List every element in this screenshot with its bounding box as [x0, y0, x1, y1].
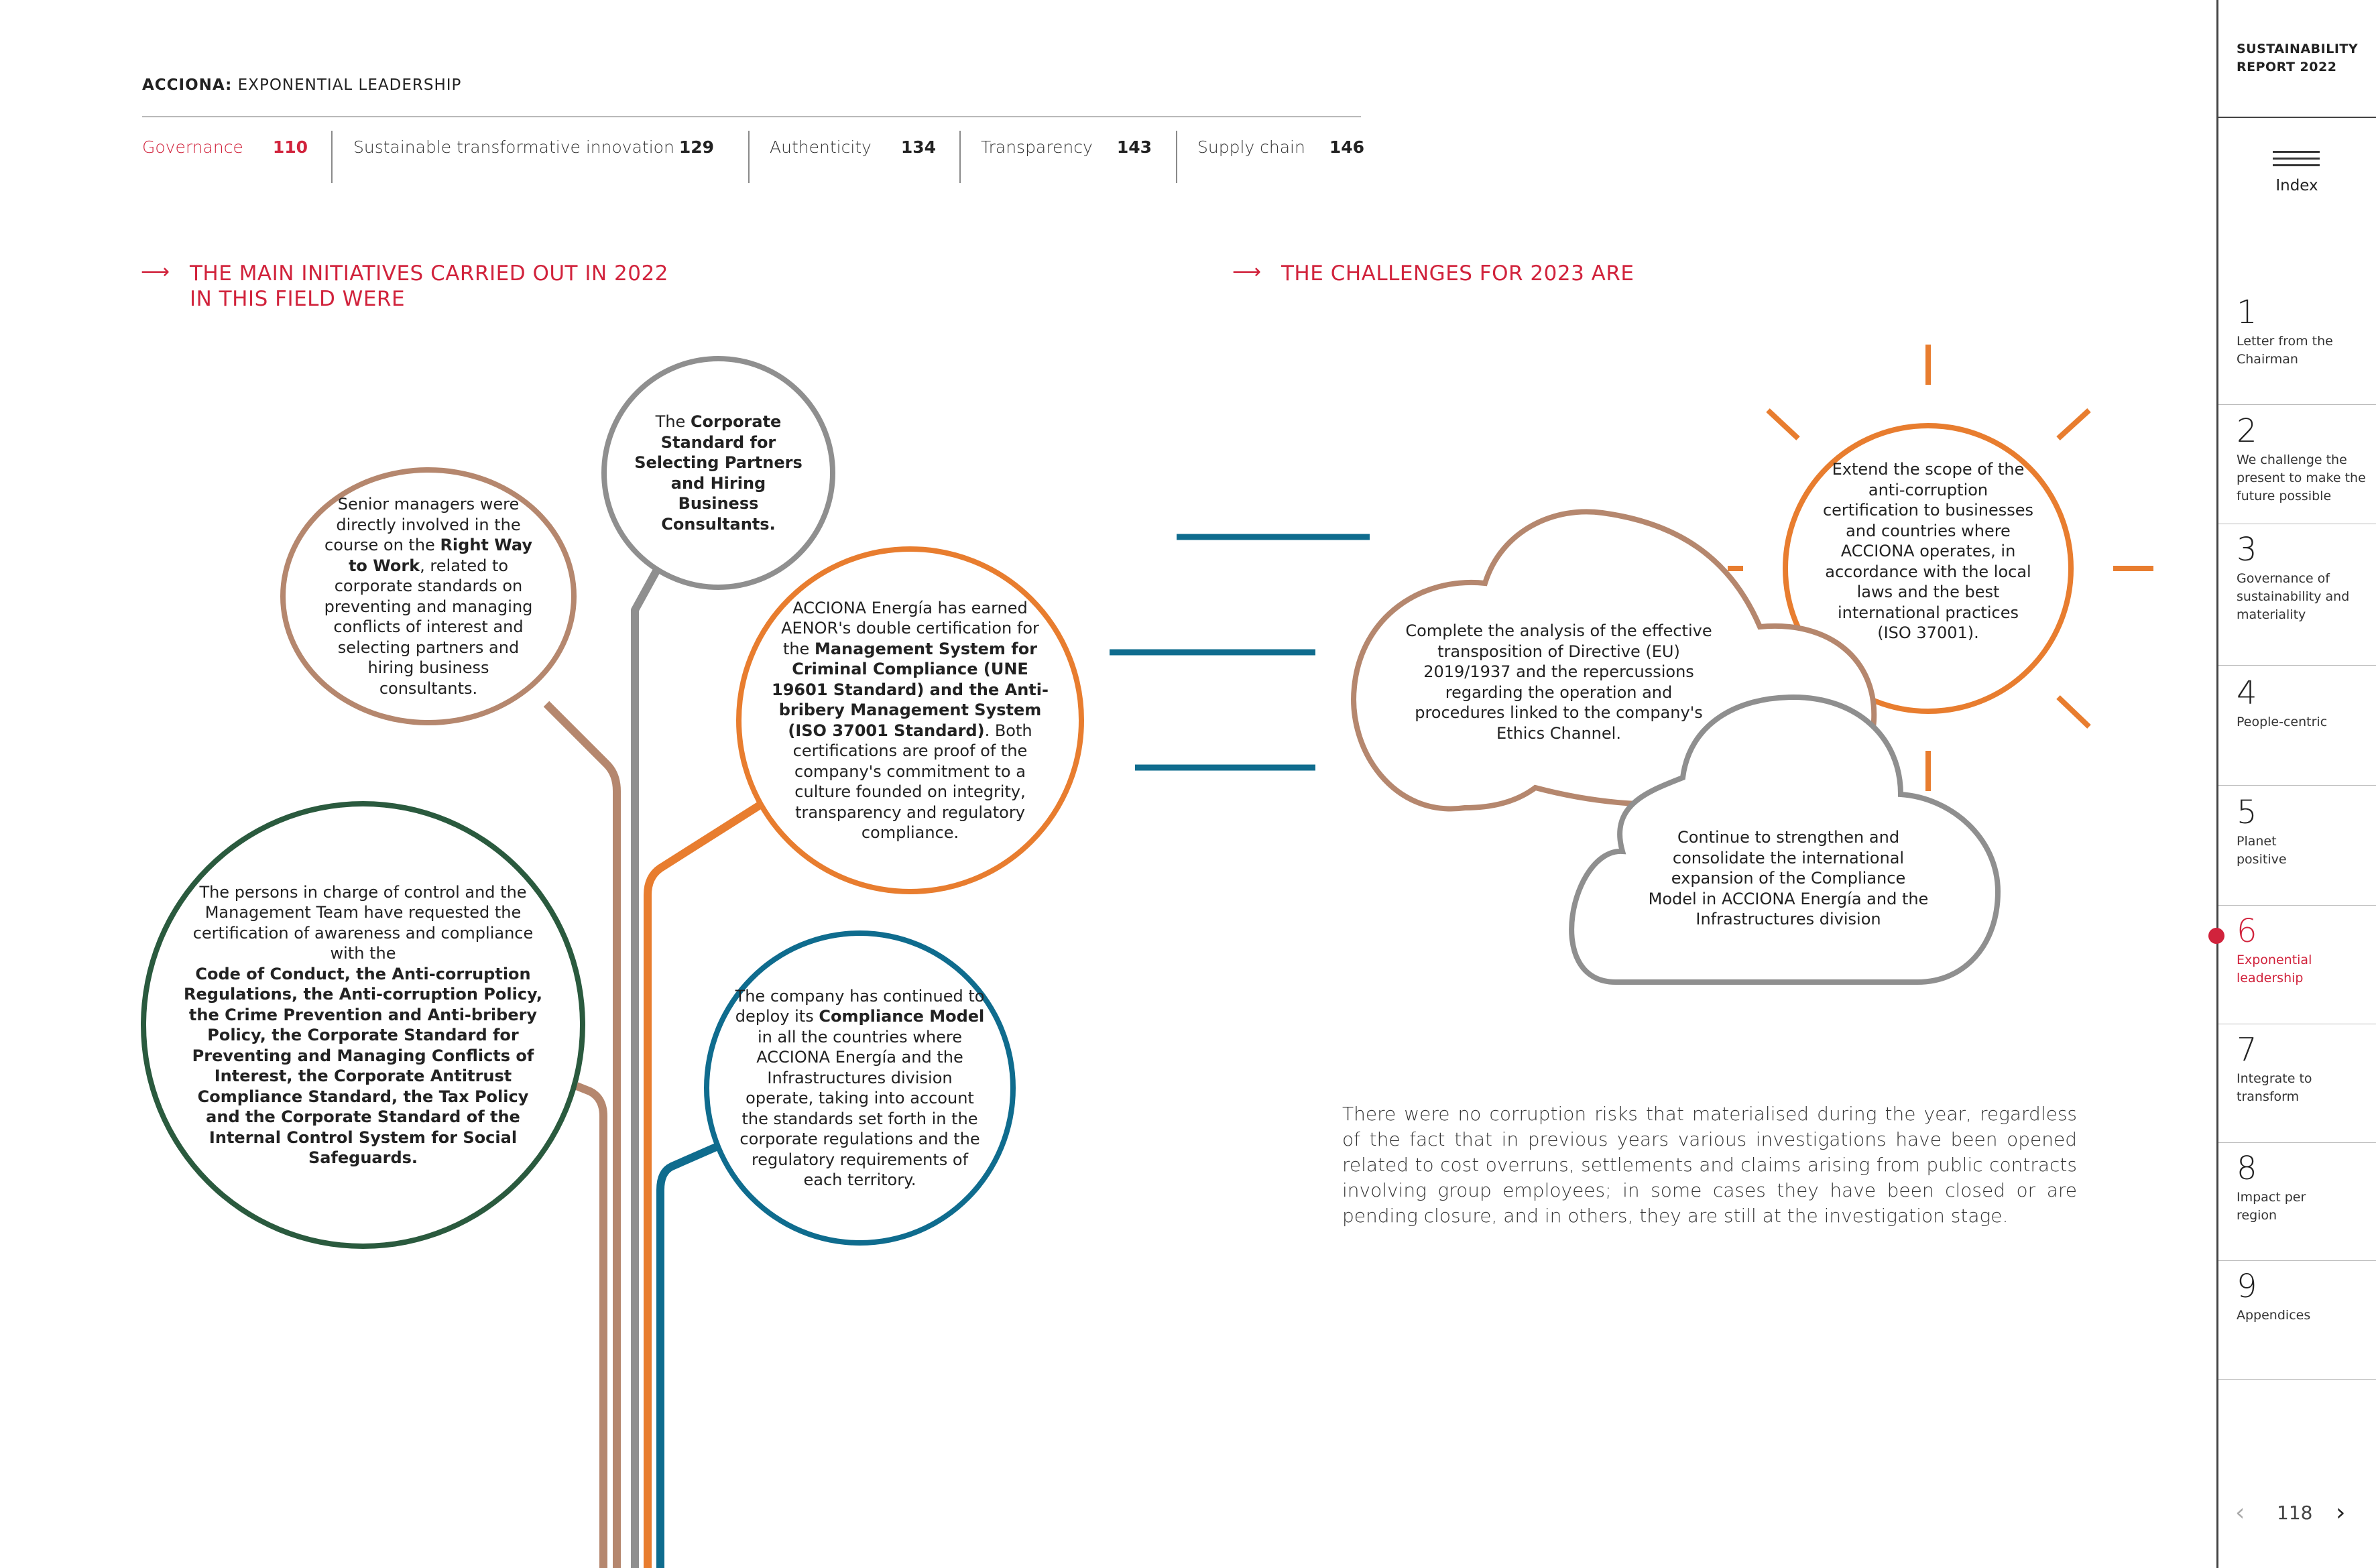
chapter-title: Letter from the Chairman — [2237, 334, 2333, 367]
chapter-number: 1 — [2237, 294, 2257, 331]
chapter-4-link[interactable]: 4 People-centric — [2237, 676, 2371, 731]
chapter-6-link[interactable]: 6 Exponential leadership — [2237, 914, 2371, 987]
chapter-divider — [2218, 1260, 2376, 1261]
chapter-title: Impact per region — [2237, 1190, 2306, 1223]
chapter-divider — [2218, 665, 2376, 666]
chapter-number: 5 — [2237, 794, 2257, 831]
extend-scope-challenge: Extend the scope of the anti-corruption … — [1822, 460, 2034, 642]
chapter-title: Integrate to transform — [2237, 1071, 2312, 1104]
chapter-title: People-centric — [2237, 715, 2328, 729]
aenor-certification-circle: ACCIONA Energía has earned AENOR's doubl… — [736, 546, 1084, 894]
chapter-3-link[interactable]: 3 Governance of sustainability and mater… — [2237, 532, 2371, 624]
compliance-expansion-challenge: Continue to strengthen and consolidate t… — [1648, 828, 1929, 928]
next-page-icon[interactable]: › — [2336, 1499, 2345, 1526]
chapter-divider — [2218, 905, 2376, 906]
active-chapter-indicator — [2208, 928, 2224, 944]
chapter-5-link[interactable]: 5 Planet positive — [2237, 795, 2371, 869]
circle-text: The persons in charge of control and the… — [184, 882, 542, 1168]
circle-text: ACCIONA Energía has earned AENOR's doubl… — [772, 598, 1049, 843]
directive-analysis-challenge: Complete the analysis of the effective t… — [1405, 621, 1712, 743]
chapter-title: Exponential leadership — [2237, 953, 2312, 985]
hamburger-menu-icon[interactable] — [2273, 151, 2320, 171]
chapter-divider — [2218, 404, 2376, 405]
corporate-standard-circle: The Corporate Standard for Selecting Par… — [601, 356, 835, 590]
previous-page-icon[interactable]: ‹ — [2235, 1499, 2245, 1526]
circle-text: The company has continued to deploy its … — [735, 986, 985, 1190]
chapter-title: Appendices — [2237, 1308, 2311, 1323]
chapter-7-link[interactable]: 7 Integrate to transform — [2237, 1032, 2371, 1106]
sidebar-rule — [2218, 117, 2376, 118]
chapter-number: 6 — [2237, 912, 2257, 950]
page-number: 118 — [2277, 1502, 2313, 1524]
circle-text: The Corporate Standard for Selecting Par… — [634, 412, 803, 534]
chapter-divider — [2218, 1142, 2376, 1143]
chapter-number: 2 — [2237, 412, 2257, 450]
chapter-1-link[interactable]: 1 Letter from the Chairman — [2237, 295, 2371, 369]
chapter-divider — [2218, 1379, 2376, 1380]
sidebar-divider — [2216, 0, 2218, 1568]
chapter-number: 3 — [2237, 531, 2257, 568]
chapter-2-link[interactable]: 2 We challenge the present to make the f… — [2237, 414, 2371, 505]
corruption-risks-paragraph: There were no corruption risks that mate… — [1342, 1103, 2077, 1227]
chapter-9-link[interactable]: 9 Appendices — [2237, 1269, 2371, 1325]
senior-managers-circle: Senior managers were directly involved i… — [280, 467, 577, 725]
chapter-title: We challenge the present to make the fut… — [2237, 453, 2366, 503]
chapter-title: Governance of sustainability and materia… — [2237, 571, 2350, 622]
chapter-number: 8 — [2237, 1150, 2257, 1187]
chapter-number: 9 — [2237, 1268, 2257, 1305]
circle-text: Senior managers were directly involved i… — [324, 495, 533, 698]
chapter-number: 7 — [2237, 1031, 2257, 1069]
report-title: SUSTAINABILITY REPORT 2022 — [2237, 42, 2359, 74]
chapter-divider — [2218, 785, 2376, 786]
chapter-title: Planet positive — [2237, 834, 2287, 867]
chapter-8-link[interactable]: 8 Impact per region — [2237, 1151, 2371, 1225]
tree-branches — [543, 345, 2153, 1568]
compliance-model-circle: The company has continued to deploy its … — [704, 930, 1016, 1246]
index-link[interactable]: Index — [2237, 177, 2357, 194]
chapter-number: 4 — [2237, 674, 2257, 712]
persons-in-charge-circle: The persons in charge of control and the… — [141, 801, 585, 1249]
